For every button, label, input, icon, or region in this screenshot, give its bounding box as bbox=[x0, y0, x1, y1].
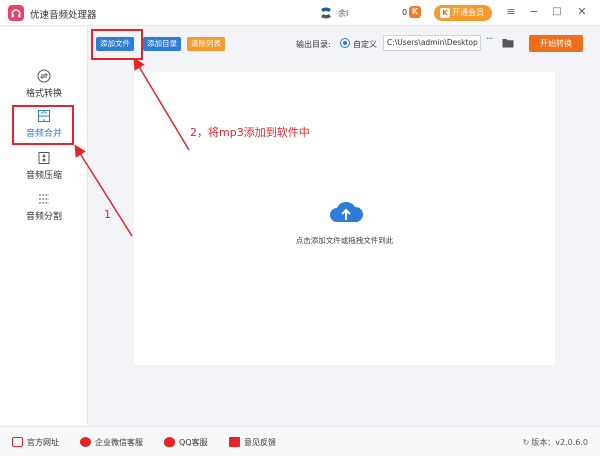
step2-arrow bbox=[133, 57, 190, 151]
feedback-label: 意见反馈 bbox=[244, 438, 276, 447]
version-text[interactable]: ↻ 版本：v2.0.6.0 bbox=[523, 437, 588, 448]
refresh-icon: ↻ bbox=[522, 438, 530, 447]
wechat-service-link[interactable]: 企业微信客服 bbox=[80, 437, 143, 448]
monitor-icon bbox=[12, 437, 23, 447]
qq-service-label: QQ客服 bbox=[179, 438, 208, 447]
official-site-label: 官方网址 bbox=[27, 438, 59, 447]
step2-annotation: 2，将mp3添加到软件中 bbox=[190, 126, 310, 139]
wechat-service-label: 企业微信客服 bbox=[95, 438, 143, 447]
step1-annotation: 1 bbox=[104, 208, 111, 221]
footer: 官方网址 企业微信客服 QQ客服 意见反馈 ↻ 版本：v2.0.6.0 bbox=[0, 426, 600, 456]
feedback-link[interactable]: 意见反馈 bbox=[229, 437, 276, 448]
qq-service-link[interactable]: QQ客服 bbox=[164, 437, 208, 448]
qq-icon bbox=[164, 437, 175, 447]
annotation-arrows bbox=[74, 57, 190, 237]
official-site-link[interactable]: 官方网址 bbox=[12, 437, 59, 448]
feedback-icon bbox=[229, 437, 240, 447]
wechat-icon bbox=[80, 437, 91, 447]
version-label: 版本：v2.0.6.0 bbox=[531, 438, 588, 447]
step1-arrow bbox=[74, 144, 133, 237]
